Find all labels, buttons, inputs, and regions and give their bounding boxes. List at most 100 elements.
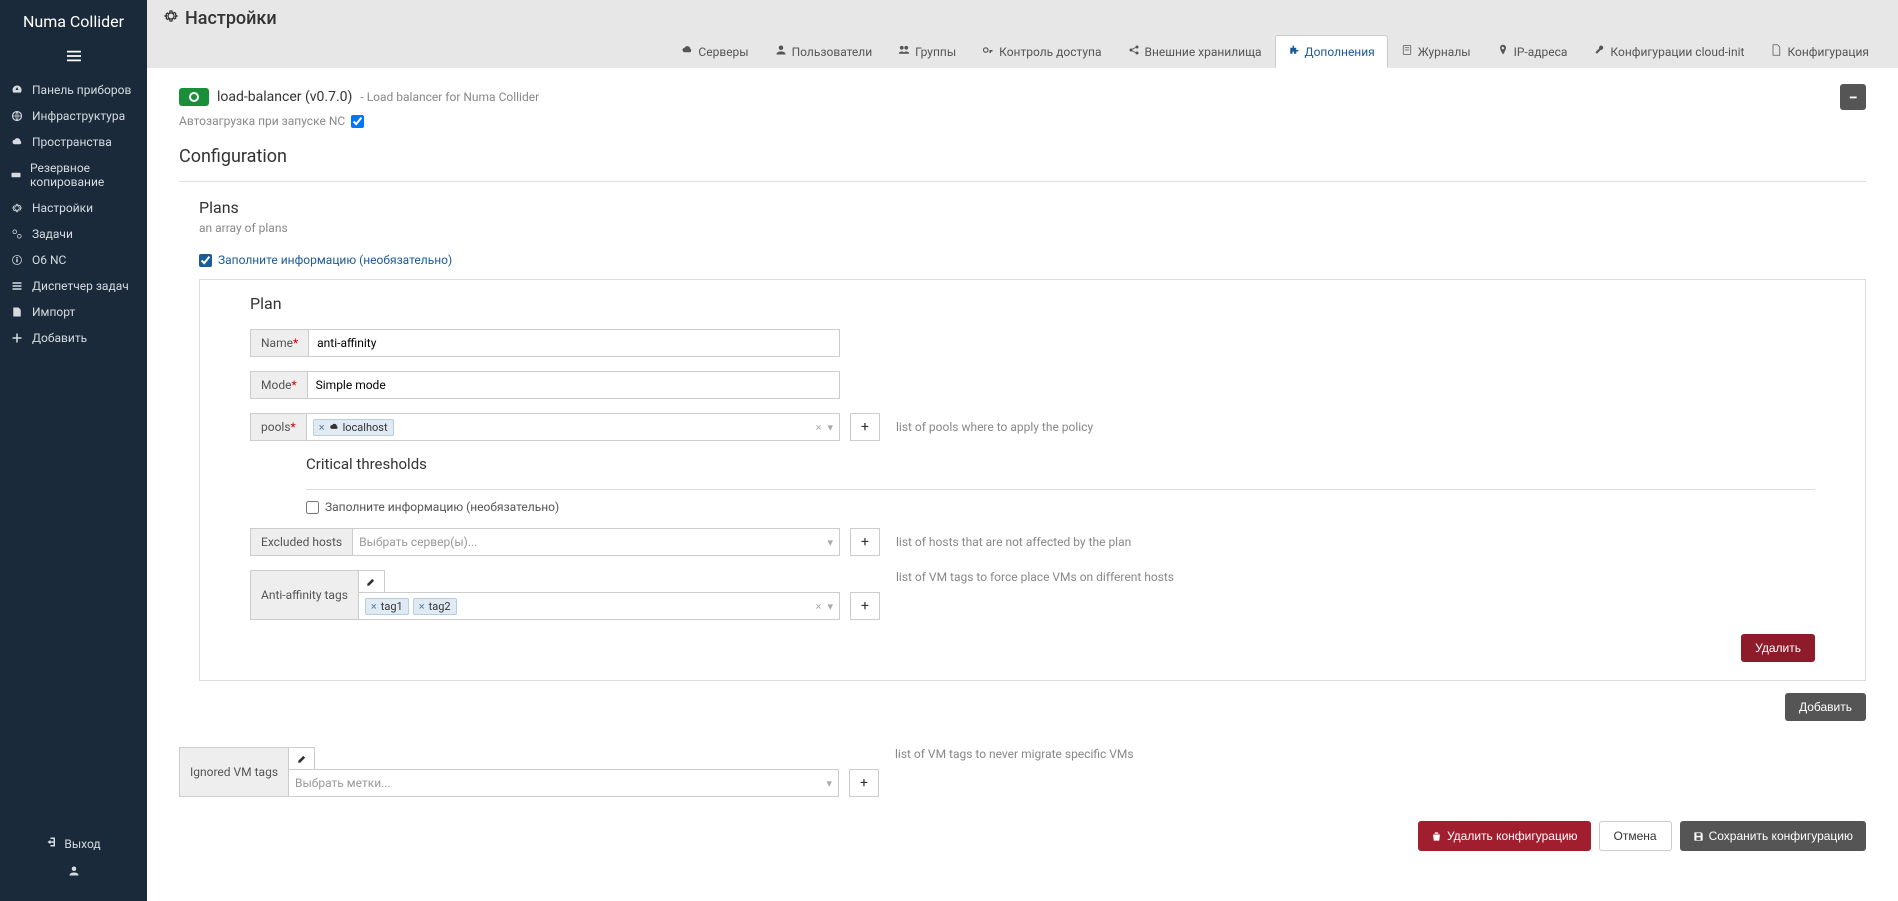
tags-edit-button[interactable] xyxy=(359,570,385,592)
sidebar-item-label: Настройки xyxy=(32,201,93,215)
pools-multiselect[interactable]: ×localhost × ▾ xyxy=(307,413,840,441)
sidebar-item-add[interactable]: Добавить xyxy=(0,325,147,351)
collapse-button[interactable]: − xyxy=(1840,84,1866,110)
sidebar-item-label: Импорт xyxy=(32,305,75,319)
sidebar-item-label: Резервное копирование xyxy=(30,161,137,189)
menu-toggle-icon[interactable] xyxy=(0,43,147,77)
sidebar-item-taskmgr[interactable]: Диспетчер задач xyxy=(0,273,147,299)
mode-select[interactable]: Simple mode xyxy=(308,371,840,399)
excluded-help: list of hosts that are not affected by t… xyxy=(896,535,1131,549)
chip-remove-icon[interactable]: × xyxy=(419,600,425,613)
tabs: Серверы Пользователи Группы Контроль дос… xyxy=(163,35,1882,68)
globe-icon xyxy=(10,110,24,122)
antiaffinity-multiselect[interactable]: ×tag1 ×tag2 ×▾ xyxy=(359,592,840,620)
ignored-label: Ignored VM tags xyxy=(179,747,289,797)
tab-remotes[interactable]: Внешние хранилища xyxy=(1115,35,1275,68)
cogs-icon xyxy=(10,228,24,240)
share-icon xyxy=(1128,44,1140,59)
chevron-down-icon[interactable]: ▾ xyxy=(827,536,833,549)
antiaffinity-add-button[interactable]: + xyxy=(850,592,880,620)
antiaffinity-label: Anti-affinity tags xyxy=(250,570,359,620)
delete-config-button[interactable]: Удалить конфигурацию xyxy=(1418,821,1591,851)
tab-cloudinit[interactable]: Конфигурации cloud-init xyxy=(1580,35,1757,68)
pool-chip: ×localhost xyxy=(313,419,394,436)
tab-groups[interactable]: Группы xyxy=(885,35,969,68)
pools-help: list of pools where to apply the policy xyxy=(896,420,1093,434)
user-icon[interactable] xyxy=(0,857,147,881)
plans-fill-info-row[interactable]: Заполните информацию (необязательно) xyxy=(199,253,1866,267)
autoload-checkbox[interactable] xyxy=(351,115,364,128)
critical-fill-row[interactable]: Заполните информацию (необязательно) xyxy=(306,500,1815,514)
tag-chip: ×tag2 xyxy=(413,598,457,615)
name-label: Name* xyxy=(250,329,309,357)
tab-config[interactable]: Конфигурация xyxy=(1757,35,1882,68)
chip-remove-icon[interactable]: × xyxy=(319,421,325,434)
sidebar-item-spaces[interactable]: Пространства xyxy=(0,129,147,155)
sidebar-item-import[interactable]: Импорт xyxy=(0,299,147,325)
ignored-multiselect[interactable]: Выбрать метки... ▾ xyxy=(289,769,839,797)
pools-label: pools* xyxy=(250,413,307,441)
ignored-edit-button[interactable] xyxy=(289,747,315,769)
plus-icon xyxy=(10,332,24,344)
key-icon xyxy=(982,44,994,59)
sidebar-item-label: Добавить xyxy=(32,331,87,345)
users-icon xyxy=(898,44,910,59)
sidebar-item-backup[interactable]: Резервное копирование xyxy=(0,155,147,195)
sidebar-item-dashboard[interactable]: Панель приборов xyxy=(0,77,147,103)
gear-icon xyxy=(10,202,24,214)
import-icon xyxy=(10,306,24,318)
sidebar-item-tasks[interactable]: Задачи xyxy=(0,221,147,247)
excluded-multiselect[interactable]: Выбрать сервер(ы)... ▾ xyxy=(353,528,840,556)
save-config-button[interactable]: Сохранить конфигурацию xyxy=(1680,821,1866,851)
critical-title: Critical thresholds xyxy=(306,455,1815,473)
antiaffinity-help: list of VM tags to force place VMs on di… xyxy=(896,570,1174,584)
autoload-label: Автозагрузка при запуске NC xyxy=(179,114,345,128)
tab-plugins[interactable]: Дополнения xyxy=(1275,35,1388,68)
sidebar-item-about[interactable]: О6 NC xyxy=(0,247,147,273)
chevron-down-icon[interactable]: ▾ xyxy=(827,421,833,434)
cloud-icon xyxy=(10,136,24,148)
clear-icon[interactable]: × xyxy=(816,600,822,613)
sidebar-item-settings[interactable]: Настройки xyxy=(0,195,147,221)
clear-icon[interactable]: × xyxy=(816,421,822,434)
critical-fill-checkbox[interactable] xyxy=(306,501,319,514)
list-icon xyxy=(10,280,24,292)
cancel-button[interactable]: Отмена xyxy=(1599,821,1672,851)
main-content: Настройки Серверы Пользователи Группы Ко… xyxy=(147,0,1898,901)
name-input[interactable] xyxy=(309,329,840,357)
plans-fill-checkbox[interactable] xyxy=(199,254,212,267)
puzzle-icon xyxy=(1288,44,1300,59)
tab-servers[interactable]: Серверы xyxy=(668,35,761,68)
hdd-icon xyxy=(10,169,22,181)
logout-link[interactable]: Выход xyxy=(0,830,147,857)
plan-card: Plan Name* Mode* Simple mode xyxy=(199,279,1866,681)
tab-acl[interactable]: Контроль доступа xyxy=(969,35,1114,68)
tab-users[interactable]: Пользователи xyxy=(762,35,886,68)
sidebar-item-infra[interactable]: Инфраструктура xyxy=(0,103,147,129)
plan-add-button[interactable]: Добавить xyxy=(1785,693,1866,721)
plans-title: Plans xyxy=(199,198,1866,217)
plugin-enable-toggle[interactable] xyxy=(179,88,209,106)
sidebar-item-label: Панель приборов xyxy=(32,83,131,97)
sidebar-item-label: О6 NC xyxy=(32,253,66,267)
gear-icon xyxy=(163,8,179,29)
sidebar-item-label: Инфраструктура xyxy=(32,109,125,123)
tachometer-icon xyxy=(10,84,24,96)
plugin-desc: - Load balancer for Numa Collider xyxy=(360,90,539,104)
info-icon xyxy=(10,254,24,266)
config-title: Configuration xyxy=(179,146,1866,167)
chip-remove-icon[interactable]: × xyxy=(371,600,377,613)
cloud-icon xyxy=(329,422,339,432)
ignored-add-button[interactable]: + xyxy=(849,769,879,797)
chevron-down-icon[interactable]: ▾ xyxy=(826,777,832,790)
tab-logs[interactable]: Журналы xyxy=(1388,35,1484,68)
ignored-help: list of VM tags to never migrate specifi… xyxy=(895,747,1134,761)
chevron-down-icon[interactable]: ▾ xyxy=(827,600,833,613)
plan-delete-button[interactable]: Удалить xyxy=(1741,634,1815,662)
excluded-add-button[interactable]: + xyxy=(850,528,880,556)
pools-add-button[interactable]: + xyxy=(850,413,880,441)
book-icon xyxy=(1401,44,1413,59)
sidebar-item-label: Задачи xyxy=(32,227,73,241)
tab-ips[interactable]: IP-адреса xyxy=(1484,35,1581,68)
wrench-icon xyxy=(1593,44,1605,59)
